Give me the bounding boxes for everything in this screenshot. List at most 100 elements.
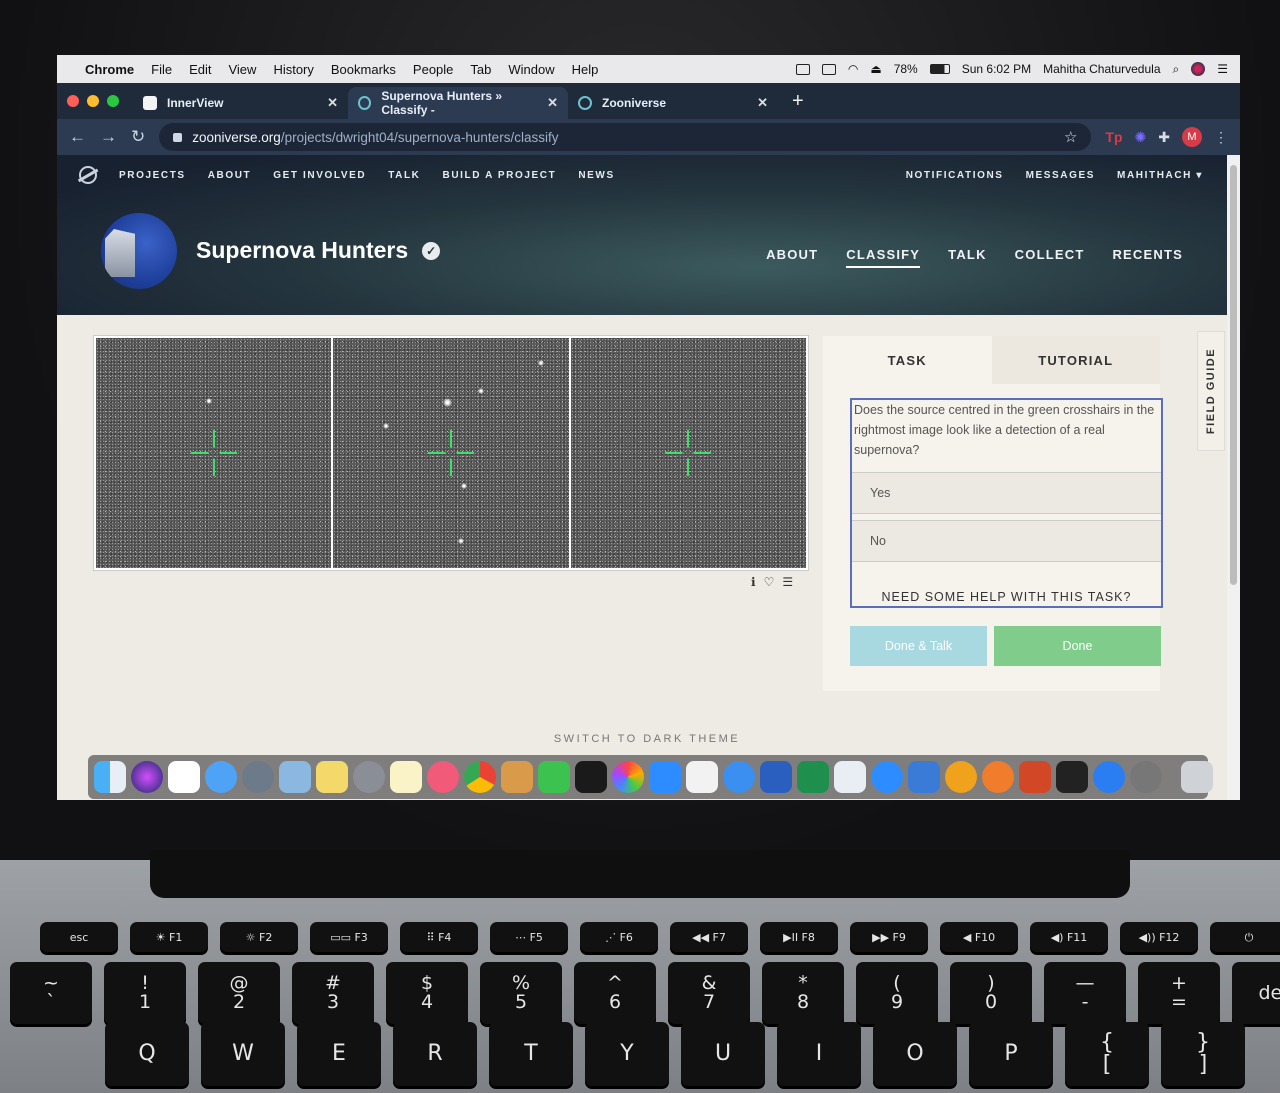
messages-icon[interactable] (205, 761, 237, 793)
nav-projects[interactable]: PROJECTS (119, 170, 186, 181)
key-f2[interactable]: ☼ F2 (220, 922, 298, 952)
back-icon[interactable]: ← (69, 127, 86, 147)
key-f9[interactable]: ▶▶ F9 (850, 922, 928, 952)
bookmark-star-icon[interactable]: ☆ (1064, 128, 1077, 146)
camera-icon[interactable] (795, 63, 810, 75)
user-name[interactable]: Mahitha Chaturvedula (1043, 62, 1160, 76)
subject-image-target[interactable] (96, 338, 332, 568)
numbers-icon[interactable] (834, 761, 866, 793)
key-5[interactable]: % 5 (480, 962, 562, 1024)
dark-theme-toggle[interactable]: SWITCH TO DARK THEME (57, 733, 1227, 745)
launchpad-icon[interactable] (242, 761, 274, 793)
menu-history[interactable]: History (273, 62, 313, 77)
key-f12[interactable]: ◀)) F12 (1120, 922, 1198, 952)
key-1[interactable]: ! 1 (104, 962, 186, 1024)
zoom-video-icon[interactable] (871, 761, 903, 793)
safari-icon[interactable] (723, 761, 755, 793)
nav-about[interactable]: ABOUT (208, 170, 252, 181)
key-o[interactable]: O (873, 1022, 957, 1086)
key-6[interactable]: ^ 6 (574, 962, 656, 1024)
activity-monitor-icon[interactable] (575, 761, 607, 793)
key-r[interactable]: R (393, 1022, 477, 1086)
key-delete[interactable]: del (1232, 962, 1280, 1024)
tp-extension-icon[interactable]: Tp (1105, 129, 1122, 145)
project-nav-talk[interactable]: TALK (948, 247, 987, 268)
key-f10[interactable]: ◀ F10 (940, 922, 1018, 952)
key-y[interactable]: Y (585, 1022, 669, 1086)
key-close-bracket[interactable]: } ] (1161, 1022, 1245, 1086)
nav-notifications[interactable]: NOTIFICATIONS (906, 170, 1004, 181)
answer-no[interactable]: No (852, 520, 1161, 562)
key-f7[interactable]: ◀◀ F7 (670, 922, 748, 952)
subject-viewer[interactable] (93, 335, 809, 571)
key-p[interactable]: P (969, 1022, 1053, 1086)
music-icon[interactable] (427, 761, 459, 793)
menu-view[interactable]: View (228, 62, 256, 77)
siri-icon[interactable] (131, 761, 163, 793)
notes-icon[interactable] (390, 761, 422, 793)
key-esc[interactable]: esc (40, 922, 118, 952)
key-4[interactable]: $ 4 (386, 962, 468, 1024)
reload-icon[interactable]: ↻ (131, 127, 145, 147)
textedit-icon[interactable] (686, 761, 718, 793)
project-avatar[interactable] (101, 213, 177, 289)
close-window-button[interactable] (67, 95, 79, 107)
key-2[interactable]: @ 2 (198, 962, 280, 1024)
favorite-heart-icon[interactable]: ♡ (764, 575, 775, 589)
key-f8[interactable]: ▶II F8 (760, 922, 838, 952)
menu-edit[interactable]: Edit (189, 62, 211, 77)
spark-extension-icon[interactable]: ✺ (1135, 129, 1147, 146)
project-nav-recents[interactable]: RECENTS (1112, 247, 1183, 268)
collections-list-icon[interactable]: ☰ (782, 575, 793, 589)
new-tab-button[interactable]: + (792, 90, 804, 113)
key-0[interactable]: ) 0 (950, 962, 1032, 1024)
key-i[interactable]: I (777, 1022, 861, 1086)
chrome-icon[interactable] (464, 761, 496, 793)
close-tab-icon[interactable]: ✕ (547, 95, 558, 111)
keynote-icon[interactable] (908, 761, 940, 793)
key-q[interactable]: Q (105, 1022, 189, 1086)
wifi-icon[interactable]: ◠ (848, 62, 858, 76)
key-backtick[interactable]: ~ ` (10, 962, 92, 1024)
excel-icon[interactable] (797, 761, 829, 793)
key-e[interactable]: E (297, 1022, 381, 1086)
photos-app-icon[interactable] (612, 761, 644, 793)
preview-icon[interactable] (279, 761, 311, 793)
battery-icon[interactable] (929, 64, 950, 74)
nav-get-involved[interactable]: GET INVOLVED (273, 170, 366, 181)
nav-talk[interactable]: TALK (388, 170, 420, 181)
menu-file[interactable]: File (151, 62, 172, 77)
clock[interactable]: Sun 6:02 PM (962, 62, 1031, 76)
help-icon[interactable] (1130, 761, 1162, 793)
terminal-icon[interactable] (1056, 761, 1088, 793)
project-nav-classify[interactable]: CLASSIFY (846, 247, 921, 268)
key-f6[interactable]: ⋰ F6 (580, 922, 658, 952)
nav-news[interactable]: NEWS (578, 170, 614, 181)
forward-icon[interactable]: → (100, 127, 117, 147)
key-8[interactable]: * 8 (762, 962, 844, 1024)
key-open-bracket[interactable]: { [ (1065, 1022, 1149, 1086)
subject-image-difference[interactable] (570, 338, 806, 568)
done-and-talk-button[interactable]: Done & Talk (850, 626, 987, 666)
tab-tutorial[interactable]: TUTORIAL (991, 336, 1160, 384)
menu-bookmarks[interactable]: Bookmarks (331, 62, 396, 77)
project-nav-about[interactable]: ABOUT (766, 247, 818, 268)
task-help-link[interactable]: NEED SOME HELP WITH THIS TASK? (852, 590, 1161, 604)
zooniverse-logo-icon[interactable] (79, 166, 97, 184)
page-scrollbar[interactable] (1227, 155, 1240, 800)
notification-center-icon[interactable]: ☰ (1217, 62, 1228, 76)
menu-help[interactable]: Help (572, 62, 599, 77)
tab-supernova-hunters[interactable]: Supernova Hunters » Classify - ✕ (348, 87, 568, 119)
key-minus[interactable]: — - (1044, 962, 1126, 1024)
finder-icon[interactable] (94, 761, 126, 793)
eject-icon[interactable]: ⏏ (870, 62, 881, 76)
key-u[interactable]: U (681, 1022, 765, 1086)
word-icon[interactable] (760, 761, 792, 793)
close-tab-icon[interactable]: ✕ (757, 95, 768, 111)
contacts-icon[interactable] (501, 761, 533, 793)
system-preferences-icon[interactable] (353, 761, 385, 793)
key-f4[interactable]: ⠿ F4 (400, 922, 478, 952)
menu-app-name[interactable]: Chrome (85, 62, 134, 77)
key-f1[interactable]: ☀ F1 (130, 922, 208, 952)
close-tab-icon[interactable]: ✕ (327, 95, 338, 111)
